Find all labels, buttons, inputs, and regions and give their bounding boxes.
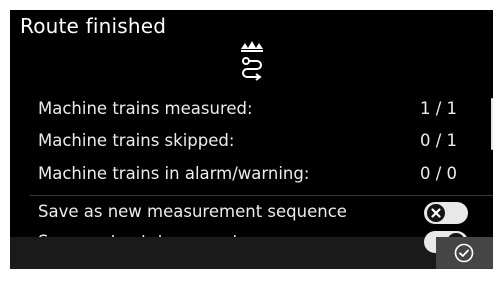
route-finished-crown-icon: [241, 41, 263, 81]
section-divider: [30, 195, 493, 196]
summary-label-skipped: Machine trains skipped:: [38, 131, 235, 150]
summary-label-measured: Machine trains measured:: [38, 99, 253, 118]
summary-value-measured: 1 / 1: [420, 99, 458, 118]
dialog-title: Route finished: [20, 14, 167, 38]
dialog-footer: [10, 237, 493, 269]
summary-value-skipped: 0 / 1: [420, 131, 458, 150]
x-icon: [427, 204, 445, 222]
scrollbar[interactable]: [491, 98, 493, 150]
summary-label-alarm: Machine trains in alarm/warning:: [38, 164, 310, 183]
check-circle-icon: [454, 243, 474, 263]
option-label-save-sequence: Save as new measurement sequence: [38, 202, 347, 221]
summary-value-alarm: 0 / 0: [420, 164, 458, 183]
save-sequence-toggle[interactable]: [424, 202, 468, 224]
confirm-button[interactable]: [436, 237, 493, 269]
route-finished-dialog: Route finished Machine trains measured: …: [10, 10, 493, 269]
